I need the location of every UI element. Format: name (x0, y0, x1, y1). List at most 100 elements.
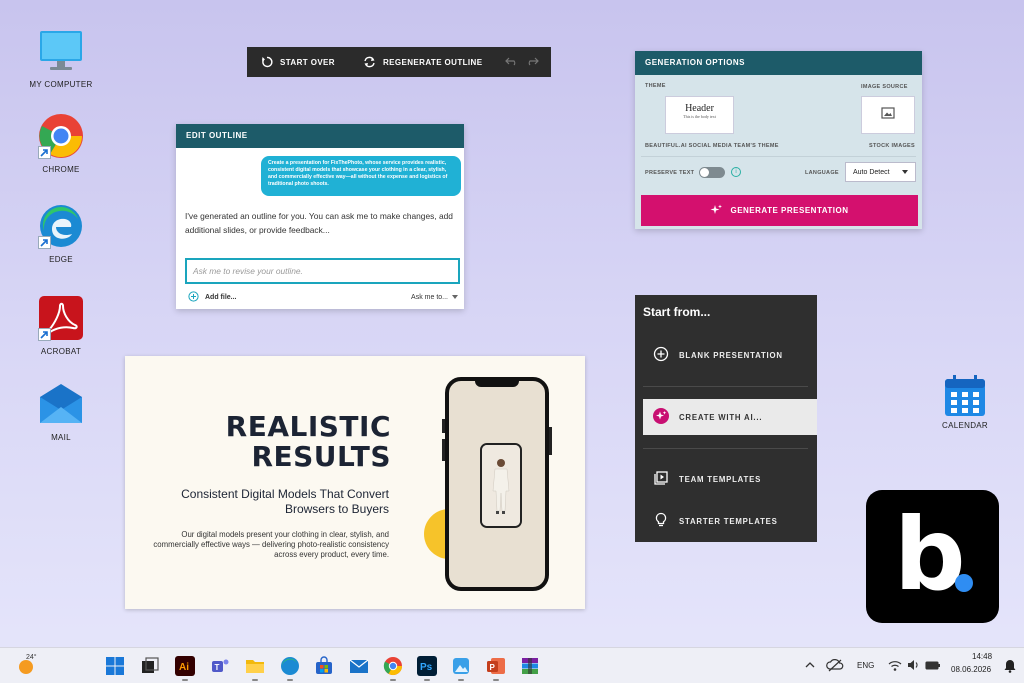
image-source-value: STOCK IMAGES (869, 143, 915, 149)
chrome-taskbar-icon[interactable] (383, 656, 403, 676)
slide-body: Our digital models present your clothing… (153, 530, 389, 559)
ask-me-dropdown[interactable]: Ask me to... (411, 294, 458, 301)
shortcut-arrow-icon (38, 236, 51, 249)
shortcut-arrow-icon (38, 146, 51, 159)
undo-icon[interactable] (505, 57, 518, 68)
svg-text:Ai: Ai (179, 662, 189, 673)
image-source-label: IMAGE SOURCE (861, 84, 908, 90)
svg-text:Ps: Ps (420, 662, 433, 673)
file-explorer-icon[interactable] (245, 656, 265, 676)
illustrator-icon[interactable]: Ai (175, 656, 195, 676)
team-templates-label: TEAM TEMPLATES (679, 474, 762, 484)
chevron-up-icon[interactable] (803, 658, 817, 672)
create-with-ai-item[interactable]: CREATE WITH AI... (643, 399, 817, 435)
mail-taskbar-icon[interactable] (349, 656, 369, 676)
desktop-icon-edge[interactable]: EDGE (21, 203, 101, 264)
desktop-icon-my-computer[interactable]: MY COMPUTER (21, 28, 101, 89)
volume-icon[interactable] (906, 658, 920, 672)
taskbar: 24° Ai T Ps P ENG 14:48 08.06.2026 (0, 647, 1024, 683)
starter-templates-item[interactable]: STARTER TEMPLATES (643, 503, 817, 539)
slide-title: REALISTIC RESULTS (226, 412, 391, 472)
user-prompt-bubble: Create a presentation for FixThePhoto, w… (261, 156, 461, 196)
theme-name: BEAUTIFUL.AI SOCIAL MEDIA TEAM'S THEME (645, 143, 779, 149)
winrar-icon[interactable] (520, 656, 540, 676)
sparkle-icon (653, 408, 669, 426)
team-templates-item[interactable]: TEAM TEMPLATES (643, 461, 817, 497)
plus-circle-icon (653, 346, 669, 364)
edge-icon (38, 203, 84, 249)
generate-presentation-label: GENERATE PRESENTATION (730, 206, 849, 215)
language-indicator[interactable]: ENG (857, 661, 874, 670)
redo-icon[interactable] (526, 57, 539, 68)
wifi-icon[interactable] (888, 658, 902, 672)
desktop-icon-calendar[interactable]: CALENDAR (925, 373, 1005, 430)
ai-reply-text: I've generated an outline for you. You c… (185, 211, 453, 235)
panel-title: EDIT OUTLINE (176, 124, 464, 148)
store-icon[interactable] (314, 656, 334, 676)
clock-time[interactable]: 14:48 (972, 652, 992, 661)
weather-temp: 24° (26, 654, 37, 661)
play-stack-icon (653, 470, 669, 488)
language-select[interactable]: Auto Detect (845, 162, 916, 182)
desktop-icon-chrome[interactable]: CHROME (21, 113, 101, 174)
start-over-label: START OVER (280, 57, 335, 67)
divider (641, 156, 916, 157)
photos-icon[interactable] (451, 656, 471, 676)
logo-letter: b (894, 496, 966, 613)
task-view-icon[interactable] (140, 656, 160, 676)
cloud-sync-icon[interactable] (826, 657, 844, 673)
acrobat-icon (38, 295, 84, 341)
create-with-ai-label: CREATE WITH AI... (679, 412, 763, 422)
slide-subtitle: Consistent Digital Models That Convert B… (181, 487, 389, 516)
blank-presentation-label: BLANK PRESENTATION (679, 350, 783, 360)
preserve-text-toggle[interactable] (699, 167, 725, 178)
panel-title: GENERATION OPTIONS (635, 51, 922, 75)
regenerate-outline-button[interactable]: REGENERATE OUTLINE (335, 56, 483, 68)
windows-start-icon[interactable] (105, 656, 125, 676)
photoshop-icon[interactable]: Ps (417, 656, 437, 676)
chrome-icon (38, 113, 84, 159)
blank-presentation-item[interactable]: BLANK PRESENTATION (643, 337, 817, 373)
image-source-picker[interactable] (861, 96, 915, 134)
teams-icon[interactable]: T (210, 656, 230, 676)
ask-me-label: Ask me to... (411, 294, 448, 301)
add-file-button[interactable]: Add file... (188, 291, 237, 304)
sparkle-icon (710, 204, 723, 218)
svg-text:T: T (215, 663, 220, 672)
regenerate-outline-label: REGENERATE OUTLINE (382, 57, 483, 67)
logo-dot (955, 574, 973, 592)
generate-presentation-button[interactable]: GENERATE PRESENTATION (641, 195, 918, 226)
desktop-icon-label: ACROBAT (40, 347, 82, 356)
shortcut-arrow-icon (38, 328, 51, 341)
calendar-icon (942, 373, 988, 419)
outline-toolbar: START OVER REGENERATE OUTLINE (247, 47, 551, 77)
add-file-label: Add file... (205, 294, 237, 301)
start-from-title: Start from... (643, 305, 711, 319)
desktop-icon-label: MAIL (51, 433, 71, 442)
battery-icon[interactable] (925, 658, 941, 672)
powerpoint-icon[interactable]: P (486, 656, 506, 676)
model-photo (480, 443, 522, 528)
refresh-icon (363, 56, 376, 68)
desktop-icon-label: EDGE (49, 255, 73, 264)
desktop-icon-mail[interactable]: MAIL (21, 381, 101, 442)
language-label: LANGUAGE (805, 170, 839, 176)
slide-preview[interactable]: REALISTIC RESULTS Consistent Digital Mod… (125, 356, 585, 609)
revise-outline-input[interactable]: Ask me to revise your outline. (185, 258, 460, 284)
desktop-icon-acrobat[interactable]: ACROBAT (21, 295, 101, 356)
start-over-button[interactable]: START OVER (247, 56, 335, 68)
starter-templates-label: STARTER TEMPLATES (679, 516, 778, 526)
notification-bell-icon[interactable] (1004, 659, 1016, 673)
lightbulb-icon (653, 512, 669, 530)
clock-date[interactable]: 08.06.2026 (951, 665, 991, 674)
language-value: Auto Detect (853, 168, 890, 176)
mail-icon (38, 381, 84, 427)
chevron-down-icon (902, 170, 908, 174)
theme-preview[interactable]: Header This is the body text (665, 96, 734, 134)
image-icon (881, 106, 895, 124)
desktop-icon-label: CALENDAR (942, 421, 988, 430)
info-icon[interactable]: i (731, 167, 741, 177)
theme-label: THEME (645, 83, 666, 89)
edge-taskbar-icon[interactable] (280, 656, 300, 676)
slide-title-line2: RESULTS (251, 440, 391, 473)
